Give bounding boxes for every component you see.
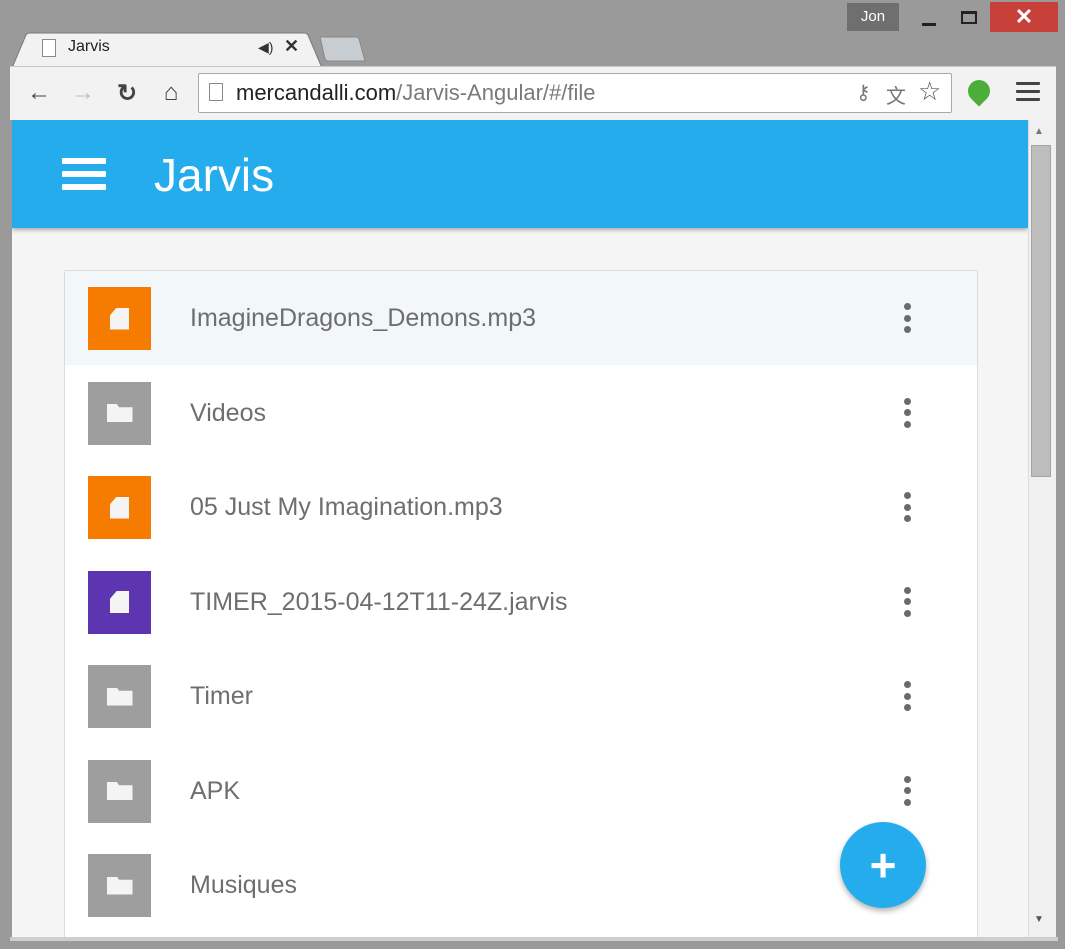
maximize-icon: [961, 10, 977, 24]
file-name: 05 Just My Imagination.mp3: [190, 493, 503, 521]
file-thumbnail: [88, 570, 151, 634]
folder-thumbnail: [88, 665, 151, 728]
file-name: Timer: [190, 682, 253, 710]
more-options-icon[interactable]: [901, 586, 913, 617]
page-viewport: Jarvis ImagineDragons_Demons.mp3 Videos 05…: [12, 120, 1028, 937]
url-path: /Jarvis-Angular/#/file: [396, 80, 596, 105]
window-frame-bottom: [10, 937, 1058, 941]
maximize-button[interactable]: [952, 2, 986, 32]
minimize-icon: [922, 22, 936, 26]
more-options-icon[interactable]: [901, 303, 913, 333]
bookmark-star-icon[interactable]: ☆: [918, 76, 941, 107]
more-options-icon[interactable]: [901, 492, 913, 522]
window-close-button[interactable]: ✕: [990, 2, 1058, 32]
folder-icon: [106, 687, 133, 706]
folder-thumbnail: [88, 854, 151, 917]
forward-button[interactable]: →: [68, 78, 98, 108]
page-favicon-icon: [42, 39, 56, 57]
minimize-button[interactable]: [912, 2, 946, 32]
file-list-item[interactable]: 05 Just My Imagination.mp3: [65, 460, 977, 554]
folder-thumbnail: [88, 759, 151, 823]
file-thumbnail: [88, 287, 151, 350]
browser-window: Jon ✕ Jarvis ◀) ✕ ← → ↻ ⌂ mercandalli.co…: [0, 0, 1065, 949]
file-thumbnail: [88, 476, 151, 539]
profile-badge[interactable]: Jon: [847, 3, 899, 31]
file-list-item[interactable]: Timer: [65, 649, 977, 743]
hamburger-menu-icon[interactable]: [62, 158, 106, 197]
file-list-item[interactable]: APK: [65, 744, 977, 838]
scroll-up-arrow-icon[interactable]: ▲: [1034, 126, 1044, 137]
add-file-fab[interactable]: +: [840, 822, 926, 908]
app-title: Jarvis: [154, 149, 275, 201]
file-list-item[interactable]: ImagineDragons_Demons.mp3: [65, 271, 977, 365]
file-name: APK: [190, 776, 241, 805]
file-list-item[interactable]: Videos: [65, 366, 977, 460]
file-icon: [110, 496, 129, 519]
app-bar: Jarvis: [12, 120, 1028, 228]
file-list: ImagineDragons_Demons.mp3 Videos 05 Just M…: [64, 270, 978, 937]
new-tab-button[interactable]: [318, 36, 366, 62]
plus-icon: +: [869, 839, 897, 891]
file-list-item[interactable]: Musiques: [65, 838, 977, 932]
file-name: TIMER_2015-04-12T11-24Z.jarvis: [190, 587, 568, 616]
more-options-icon[interactable]: [901, 681, 913, 711]
more-options-icon[interactable]: [901, 397, 913, 428]
file-list-item[interactable]: TIMER_2015-04-12T11-24Z.jarvis: [65, 555, 977, 649]
page-info-icon[interactable]: [209, 83, 223, 101]
url-text[interactable]: mercandalli.com/Jarvis-Angular/#/file: [236, 80, 595, 106]
back-button[interactable]: ←: [24, 78, 54, 108]
audio-playing-icon[interactable]: ◀): [258, 39, 273, 56]
file-icon: [110, 591, 129, 613]
key-icon[interactable]: ⚷: [856, 80, 871, 105]
folder-icon: [106, 404, 133, 422]
reload-button[interactable]: ↻: [112, 78, 142, 108]
translate-icon[interactable]: 文: [886, 80, 906, 109]
file-icon: [110, 307, 129, 330]
folder-icon: [106, 876, 133, 895]
folder-icon: [106, 782, 133, 800]
scroll-down-arrow-icon[interactable]: ▼: [1034, 914, 1044, 925]
url-host: mercandalli.com: [236, 80, 397, 105]
more-options-icon[interactable]: [901, 775, 913, 806]
file-name: ImagineDragons_Demons.mp3: [190, 304, 537, 332]
file-name: Musiques: [190, 871, 297, 899]
home-button[interactable]: ⌂: [156, 78, 186, 108]
close-icon: ✕: [1014, 4, 1034, 29]
tab-close-icon[interactable]: ✕: [284, 36, 299, 57]
browser-menu-icon[interactable]: [1016, 82, 1040, 106]
folder-thumbnail: [88, 381, 151, 445]
scrollbar-thumb[interactable]: [1031, 145, 1051, 477]
file-name: Videos: [190, 398, 266, 427]
tab-title: Jarvis: [68, 38, 110, 55]
browser-tab[interactable]: [12, 32, 322, 68]
